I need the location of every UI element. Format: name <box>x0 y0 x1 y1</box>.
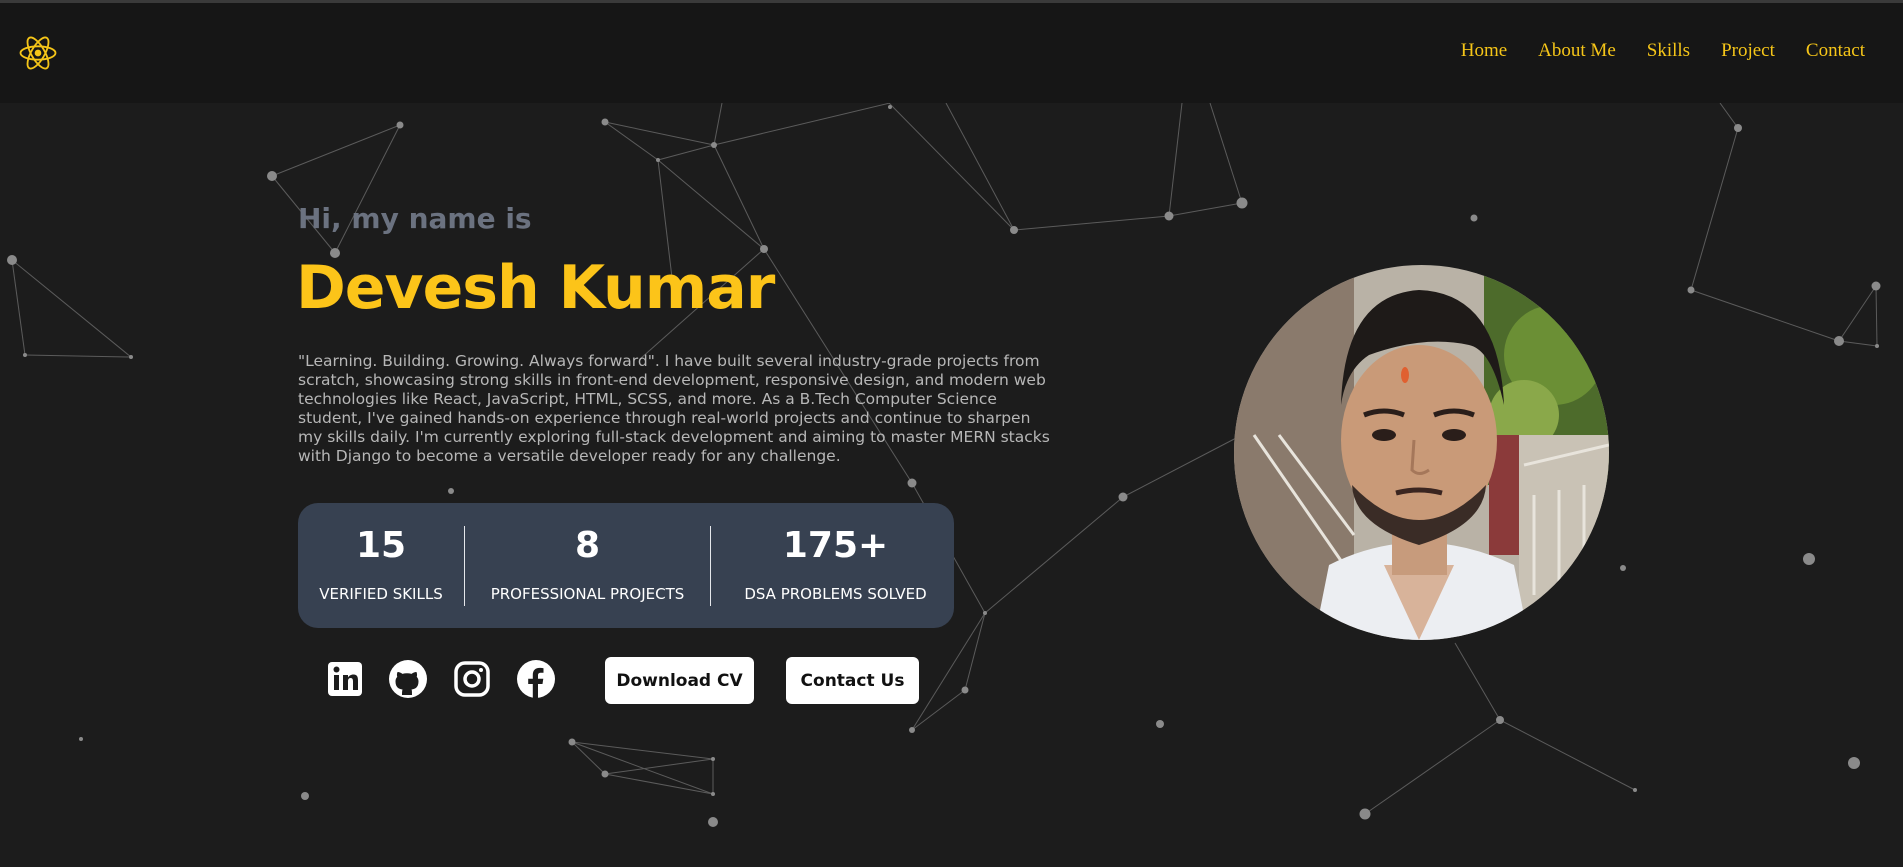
nav-skills[interactable]: Skills <box>1647 40 1690 62</box>
hero-bio: "Learning. Building. Growing. Always for… <box>298 352 1050 465</box>
stat-dsa-problems: 175+ DSA PROBLEMS SOLVED <box>711 503 960 628</box>
facebook-icon[interactable] <box>516 659 556 699</box>
contact-us-button[interactable]: Contact Us <box>786 657 919 704</box>
profile-photo <box>1234 265 1609 640</box>
linkedin-icon[interactable] <box>325 659 365 699</box>
react-logo-icon[interactable] <box>18 33 58 73</box>
greeting-text: Hi, my name is <box>298 202 532 235</box>
site-header: Home About Me Skills Project Contact <box>0 3 1903 103</box>
nav-project[interactable]: Project <box>1721 40 1775 62</box>
nav-contact[interactable]: Contact <box>1806 40 1865 62</box>
stat-professional-projects: 8 PROFESSIONAL PROJECTS <box>465 503 710 628</box>
nav-about-me[interactable]: About Me <box>1538 40 1616 62</box>
stat-label: PROFESSIONAL PROJECTS <box>490 585 685 603</box>
stat-value: 15 <box>355 525 407 566</box>
stat-value: 175+ <box>782 525 889 566</box>
particle-network-background <box>7 103 1881 827</box>
download-cv-button[interactable]: Download CV <box>605 657 754 704</box>
stat-verified-skills: 15 VERIFIED SKILLS <box>298 503 464 628</box>
github-icon[interactable] <box>388 659 428 699</box>
stat-value: 8 <box>574 525 601 566</box>
stat-label: VERIFIED SKILLS <box>319 585 443 603</box>
main-nav: Home About Me Skills Project Contact <box>1461 40 1865 62</box>
hero-name: Devesh Kumar <box>296 253 775 323</box>
instagram-icon[interactable] <box>452 659 492 699</box>
nav-home[interactable]: Home <box>1461 40 1507 62</box>
stat-label: DSA PROBLEMS SOLVED <box>744 585 927 603</box>
profile-portrait-image <box>1234 265 1609 640</box>
stats-panel: 15 VERIFIED SKILLS 8 PROFESSIONAL PROJEC… <box>298 503 954 628</box>
